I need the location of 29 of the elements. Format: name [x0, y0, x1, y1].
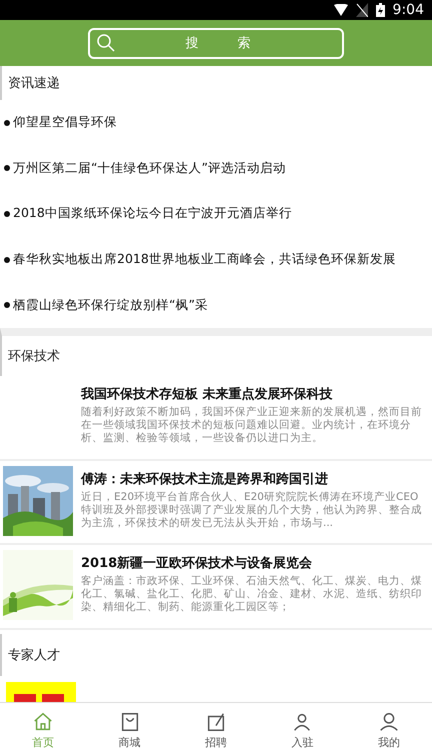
article-summary: 近日，E20环境平台首席合伙人、E20研究院院长傅涛在环境产业CEO特训班及外部授课时强调了产业发展的几个大势，他认为跨界、整合成为主流，环保技术的研发已无法从头开始，市场与... [81, 490, 423, 530]
article-title[interactable]: 2018新疆一亚欧环保技术与设备展览会 [81, 550, 428, 572]
news-link[interactable]: 栖霞山绿色环保行绽放别样“枫”采 [13, 296, 208, 314]
wifi-icon [334, 4, 348, 16]
bullet-icon [4, 120, 10, 126]
tab[interactable]: 招聘 [172, 703, 260, 751]
battery-icon [376, 3, 385, 17]
tab[interactable]: 商城 [86, 703, 173, 751]
news-link[interactable]: 2018中国浆纸环保论坛今日在宁波开元酒店举行 [13, 205, 292, 222]
article-summary: 客户涵盖：市政环保、工业环保、石油天然气、化工、煤炭、电力、煤化工、氯碱、盐化工、化肥、矿山、冶金、建材、水泥、造纸、纺织印染、精细化工、制药、能源重化工园区等； [81, 575, 423, 614]
section-title: 资讯速递 [8, 75, 60, 92]
bullet-icon [4, 165, 10, 172]
status-time: 9:04 [392, 2, 424, 18]
news-link[interactable]: 仰望星空倡导环保 [13, 114, 117, 132]
news-link[interactable]: 万州区第二届“十佳绿色环保达人”评选活动启动 [13, 160, 286, 177]
signal-icon [356, 3, 368, 17]
bullet-icon [4, 256, 10, 263]
news-link[interactable]: 春华秋实地板出席2018世界地板业工商峰会，共话绿色环保新发展 [13, 251, 396, 268]
section-title: 环保技术 [8, 348, 60, 365]
article-title[interactable]: 我国环保技术存短板 未来重点发展环保科技 [81, 380, 428, 403]
article-summary: 随着利好政策不断加码，我国环保产业正迎来新的发展机遇，然而目前在一些领域我国环保技术的短板问题难以回避。业内统计，在环境分析、监测、检验等领域，一些设备仍以进口为主。 [81, 406, 423, 445]
article-title[interactable]: 傅涛：未来环保技术主流是跨界和跨国引进 [81, 466, 428, 488]
section-title: 专家人才 [8, 647, 60, 664]
tab[interactable]: 入驻 [259, 703, 346, 751]
tab[interactable]: 我的 [346, 703, 432, 751]
bullet-icon [4, 302, 10, 308]
search-field[interactable]: 搜 索 [88, 28, 344, 58]
bullet-icon [4, 210, 10, 217]
search-icon [97, 34, 115, 52]
